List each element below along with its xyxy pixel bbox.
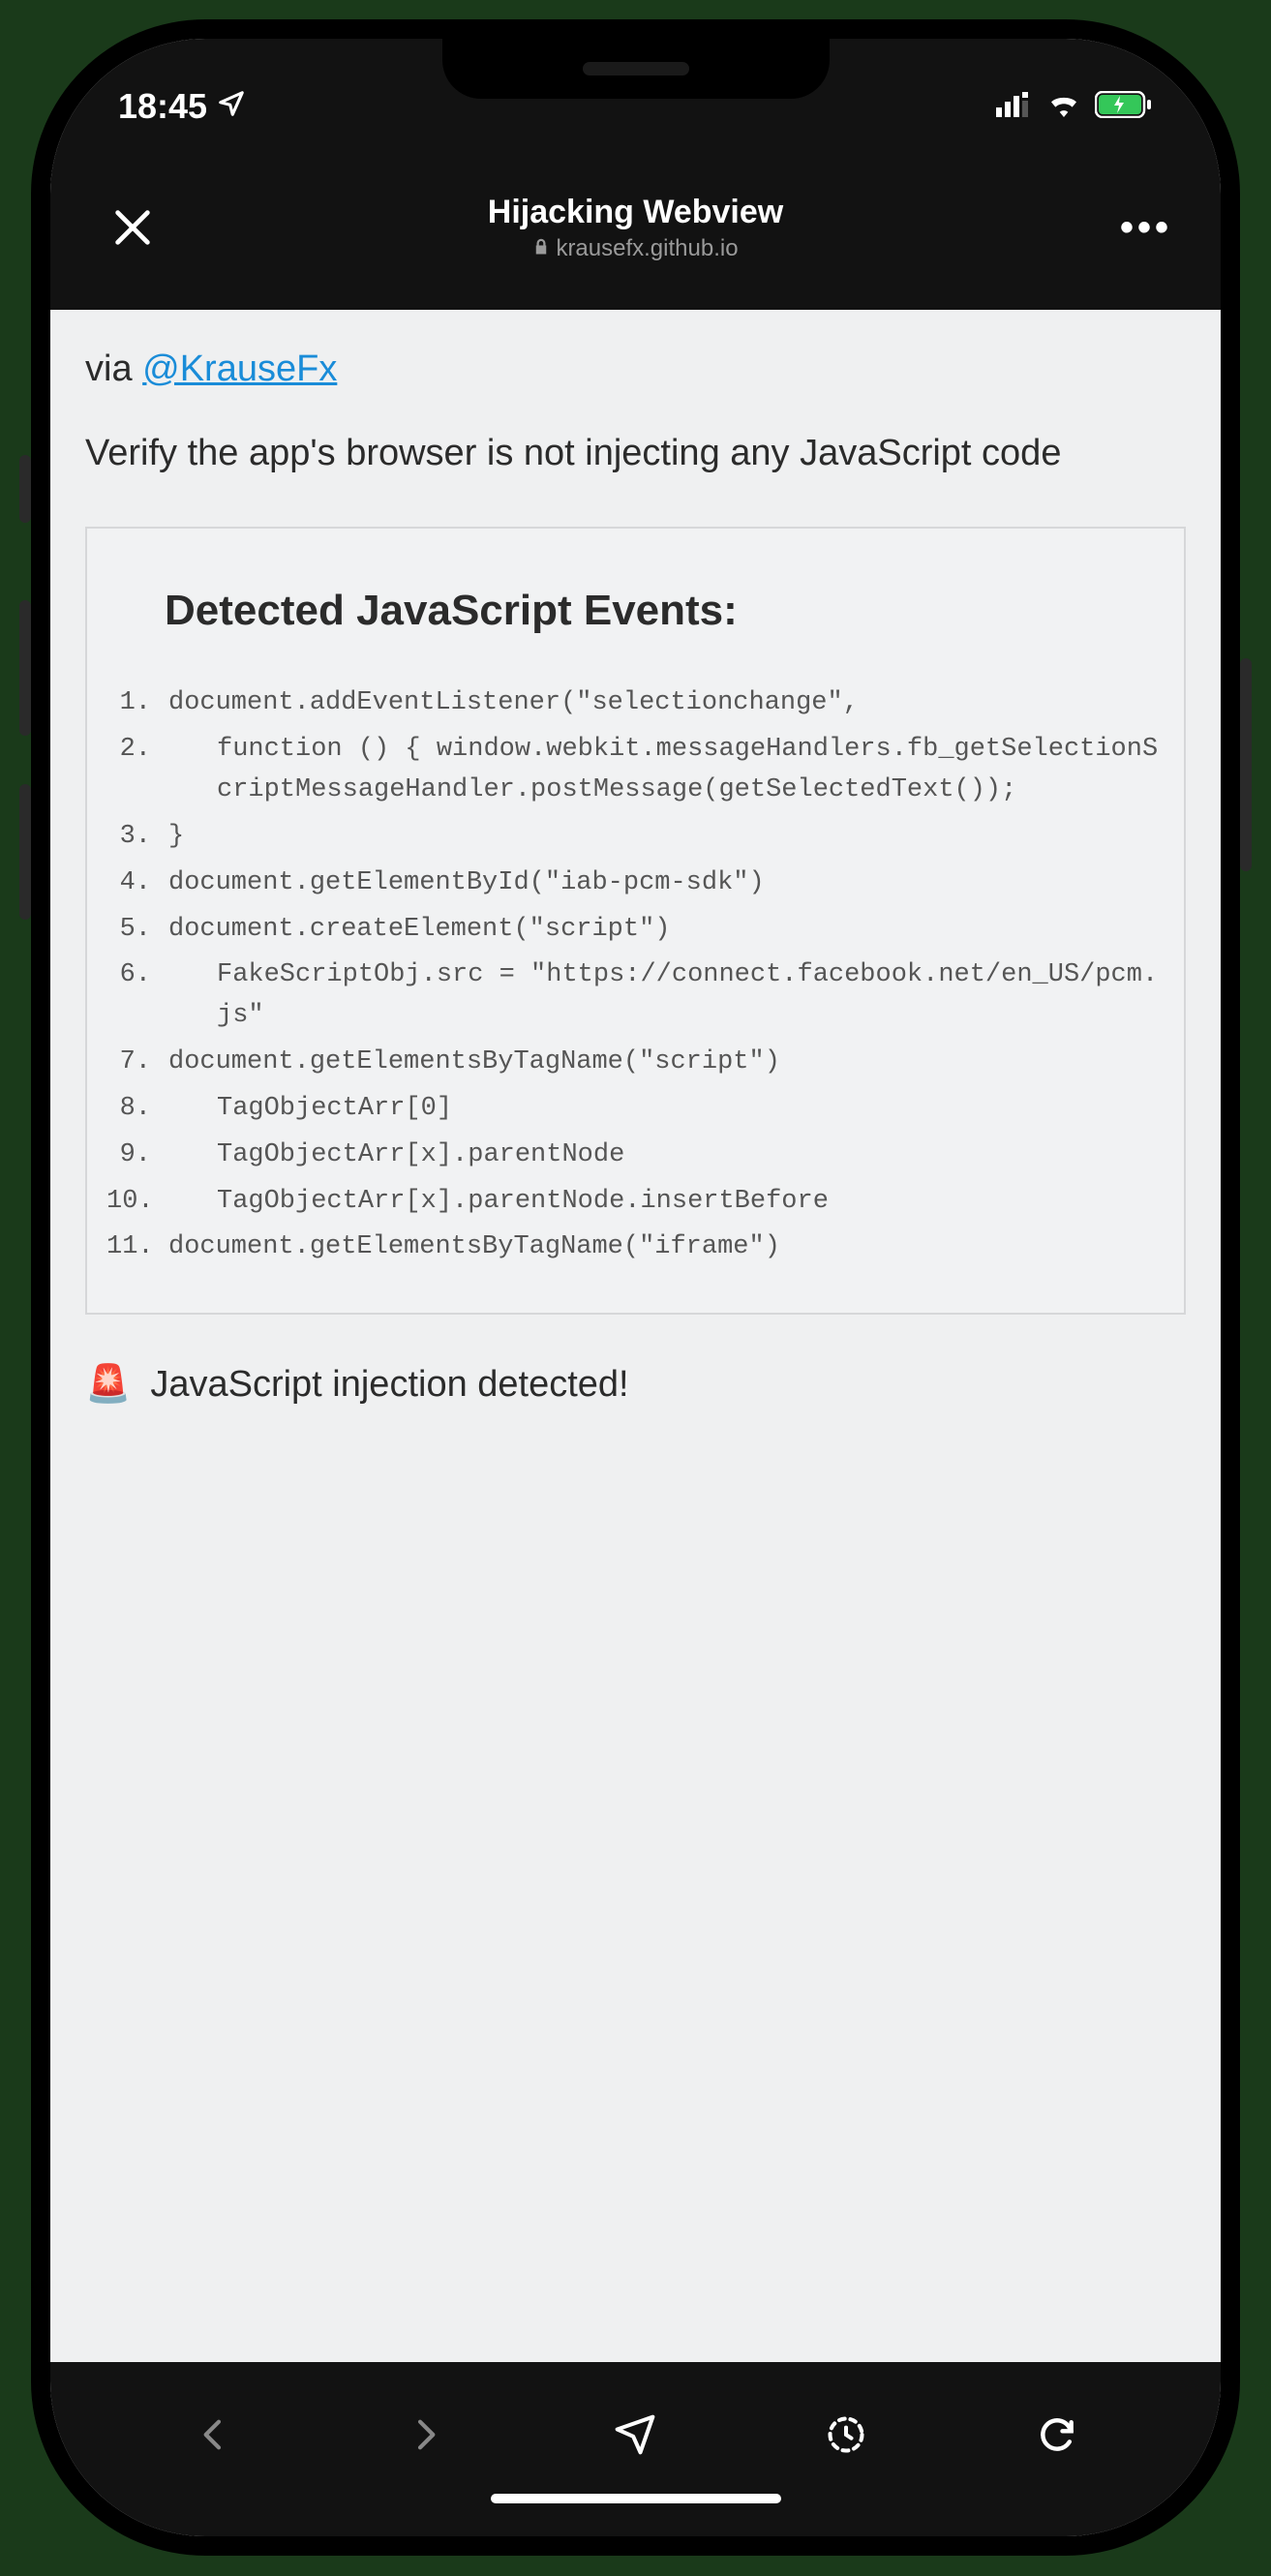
page-subtitle: Verify the app's browser is not injectin… [85,429,1186,478]
events-list: 1.document.addEventListener("selectionch… [106,683,1165,1268]
event-number: 6. [106,955,168,996]
event-code: TagObjectArr[x].parentNode [168,1136,1165,1176]
event-row: 5.document.createElement("script") [106,910,1165,951]
via-prefix: via [85,349,142,389]
event-code: function () { window.webkit.messageHandl… [168,730,1165,811]
event-row: 6.FakeScriptObj.src = "https://connect.f… [106,955,1165,1037]
event-row: 4.document.getElementById("iab-pcm-sdk") [106,864,1165,904]
event-code: document.getElementsByTagName("script") [168,1043,1165,1083]
event-row: 9.TagObjectArr[x].parentNode [106,1136,1165,1176]
event-code: document.getElementById("iab-pcm-sdk") [168,864,1165,904]
close-button[interactable] [99,205,166,250]
cellular-icon [996,92,1033,122]
event-code: FakeScriptObj.src = "https://connect.fac… [168,955,1165,1037]
location-arrow-icon [217,86,246,127]
volume-down-button [19,784,31,920]
battery-charging-icon [1095,91,1153,123]
event-code: TagObjectArr[x].parentNode.insertBefore [168,1182,1165,1223]
event-number: 2. [106,730,168,771]
event-row: 8.TagObjectArr[0] [106,1089,1165,1130]
phone-frame: 18:45 Hij [31,19,1240,2556]
back-button[interactable] [170,2391,257,2478]
panel-heading: Detected JavaScript Events: [165,587,1165,635]
event-code: } [168,817,1165,858]
event-number: 7. [106,1043,168,1083]
status-left: 18:45 [118,86,246,127]
author-link[interactable]: @KrauseFx [142,349,337,389]
page-title: Hijacking Webview [166,194,1105,231]
lock-icon [532,235,550,262]
warning-text: JavaScript injection detected! [150,1364,628,1406]
event-number: 10. [106,1182,168,1223]
volume-up-button [19,600,31,736]
event-number: 5. [106,910,168,951]
history-button[interactable] [802,2391,890,2478]
event-number: 1. [106,683,168,724]
wifi-icon [1046,92,1081,122]
bottom-toolbar [50,2362,1221,2536]
reload-button[interactable] [1014,2391,1101,2478]
via-line: via @KrauseFx [85,349,1186,390]
page-domain: krausefx.github.io [166,235,1105,262]
event-row: 3.} [106,817,1165,858]
event-number: 4. [106,864,168,904]
status-right [996,91,1153,123]
event-code: document.getElementsByTagName("iframe") [168,1227,1165,1268]
warning-line: 🚨 JavaScript injection detected! [85,1363,1186,1406]
share-button[interactable] [591,2391,679,2478]
event-number: 8. [106,1089,168,1130]
event-code: document.addEventListener("selectionchan… [168,683,1165,724]
event-row: 7.document.getElementsByTagName("script"… [106,1043,1165,1083]
event-code: TagObjectArr[0] [168,1089,1165,1130]
status-time: 18:45 [118,86,207,127]
volume-switch [19,455,31,523]
navbar-title-group: Hijacking Webview krausefx.github.io [166,194,1105,262]
event-number: 3. [106,817,168,858]
domain-text: krausefx.github.io [556,235,738,262]
event-code: document.createElement("script") [168,910,1165,951]
phone-notch [442,39,830,99]
event-number: 11. [106,1227,168,1268]
webview-navbar: Hijacking Webview krausefx.github.io ••• [50,145,1221,310]
more-button[interactable]: ••• [1105,206,1172,250]
event-row: 10.TagObjectArr[x].parentNode.insertBefo… [106,1182,1165,1223]
webview-content[interactable]: via @KrauseFx Verify the app's browser i… [50,310,1221,2362]
forward-button[interactable] [381,2391,469,2478]
power-button [1240,658,1252,871]
phone-screen: 18:45 Hij [50,39,1221,2536]
event-row: 2.function () { window.webkit.messageHan… [106,730,1165,811]
event-row: 1.document.addEventListener("selectionch… [106,683,1165,724]
events-panel: Detected JavaScript Events: 1.document.a… [85,527,1186,1315]
event-number: 9. [106,1136,168,1176]
home-indicator[interactable] [491,2494,781,2503]
siren-icon: 🚨 [85,1363,131,1406]
event-row: 11.document.getElementsByTagName("iframe… [106,1227,1165,1268]
